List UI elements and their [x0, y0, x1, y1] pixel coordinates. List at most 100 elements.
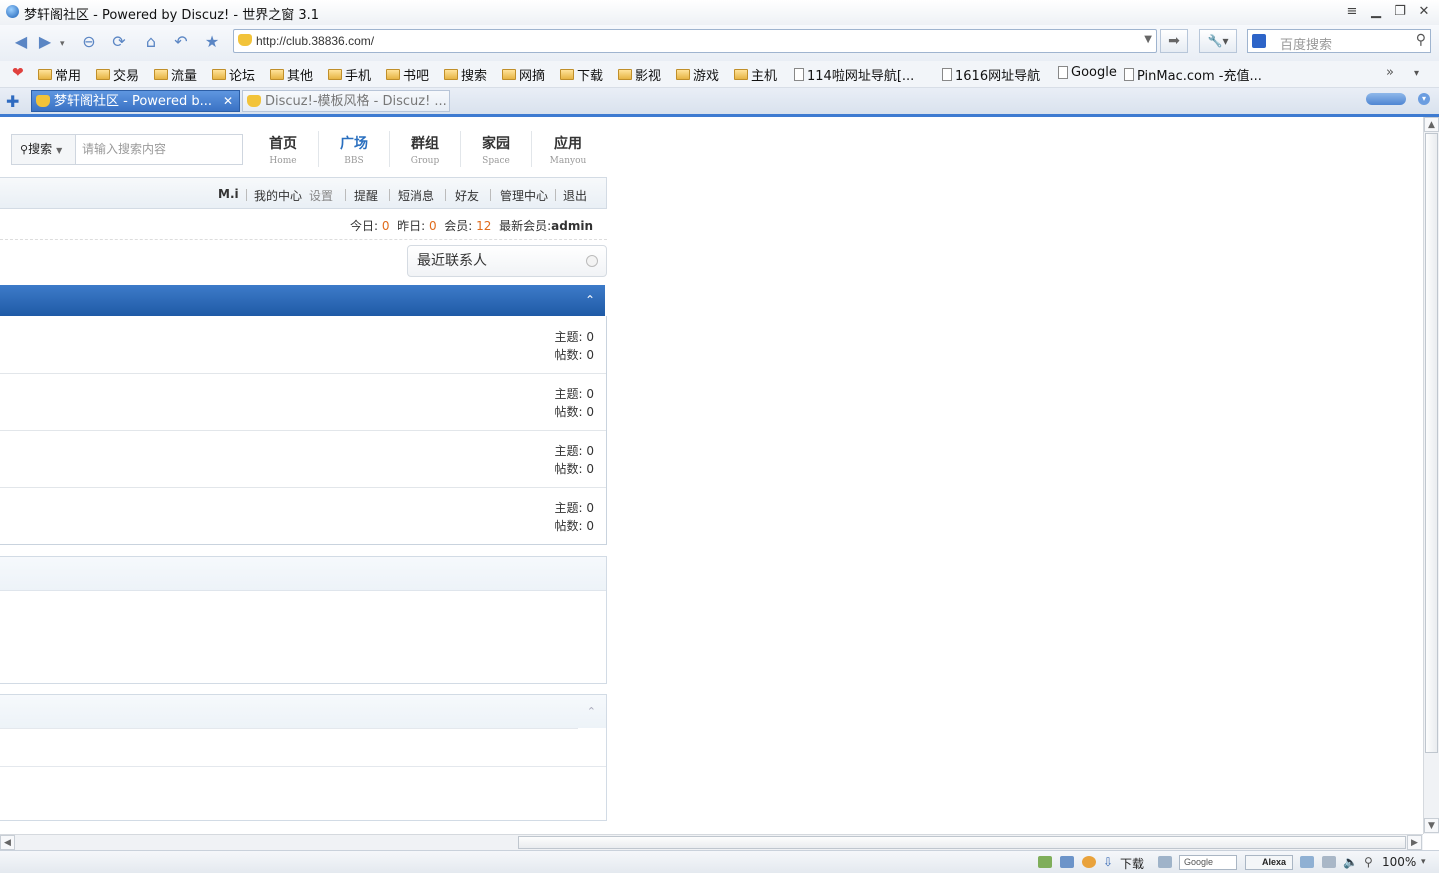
google-pagerank-widget[interactable]: Google [1179, 855, 1237, 870]
refresh-icon[interactable]: ⟳ [106, 29, 132, 55]
window-titlebar: 梦轩阁社区 - Powered by Discuz! - 世界之窗 3.1 ≡ … [0, 0, 1439, 25]
close-tab-icon[interactable]: ✕ [223, 91, 233, 111]
forum-row[interactable]: 主题: 0 帖数: 0 [0, 316, 606, 374]
address-url[interactable]: http://club.38836.com/ [256, 34, 374, 48]
bookmarks-menu-icon[interactable]: ▾ [1414, 68, 1419, 79]
separator [246, 189, 247, 201]
back-icon[interactable]: ◀ [8, 29, 34, 55]
volume-icon[interactable]: 🔈 [1343, 855, 1358, 869]
scroll-down-icon[interactable]: ▼ [1424, 818, 1439, 833]
bookmark-folder[interactable]: 论坛 [212, 65, 255, 84]
tab-list-icon[interactable]: ▾ [1418, 93, 1430, 105]
network-icon[interactable] [1300, 856, 1314, 868]
menu-icon[interactable]: ≡ [1342, 3, 1362, 21]
zoom-dropdown-icon[interactable]: ▾ [1421, 857, 1426, 867]
scroll-thumb[interactable] [518, 836, 1406, 849]
bookmark-folder[interactable]: 流量 [154, 65, 197, 84]
nav-manyou[interactable]: 应用 Manyou [533, 131, 603, 167]
more-bookmarks-icon[interactable]: » [1386, 65, 1394, 80]
username-link[interactable]: M.i [218, 187, 239, 201]
magnifier-icon[interactable] [1060, 856, 1074, 868]
collapse-icon[interactable]: ⌃ [585, 293, 595, 307]
forum-row[interactable]: 主题: 0 帖数: 0 [0, 487, 606, 544]
horizontal-scrollbar[interactable]: ◀ ▶ [0, 834, 1423, 850]
search-placeholder[interactable]: 百度搜索 [1280, 34, 1332, 53]
bookmark-folder[interactable]: 其他 [270, 65, 313, 84]
admin-center-link[interactable]: 管理中心 [500, 187, 548, 204]
forum-row[interactable]: 主题: 0 帖数: 0 [0, 430, 606, 488]
new-tab-icon[interactable]: ✚ [6, 92, 19, 111]
bookmark-folder[interactable]: 主机 [734, 65, 777, 84]
baidu-engine-icon[interactable] [1252, 34, 1266, 48]
restore-button[interactable]: ❐ [1390, 3, 1410, 21]
nav-space[interactable]: 家园 Space [461, 131, 532, 167]
download-label[interactable]: 下载 [1120, 855, 1144, 872]
nav-group[interactable]: 群组 Group [390, 131, 461, 167]
download-arrow-icon[interactable]: ⇩ [1103, 855, 1113, 869]
bookmark-folder[interactable]: 下载 [560, 65, 603, 84]
minimize-button[interactable]: ▁ [1366, 3, 1386, 21]
tab-mengxuange[interactable]: 梦轩阁社区 - Powered b... ✕ [31, 90, 240, 112]
history-dropdown-icon[interactable]: ▾ [60, 39, 65, 49]
site-search-input[interactable]: 请输入搜索内容 [76, 134, 243, 165]
bookmark-folder[interactable]: 常用 [38, 65, 81, 84]
tab-discuz-templates[interactable]: Discuz!-模板风格 - Discuz! ... [242, 90, 450, 112]
bookmark-folder[interactable]: 书吧 [386, 65, 429, 84]
logout-link[interactable]: 退出 [563, 187, 587, 204]
search-icon: ⚲ [20, 143, 29, 156]
forward-icon[interactable]: ▶ [32, 29, 58, 55]
newest-member-link[interactable]: admin [551, 219, 593, 233]
search-box[interactable]: 百度搜索 ⚲ [1247, 29, 1431, 53]
bookmark-folder[interactable]: 手机 [328, 65, 371, 84]
address-bar[interactable]: http://club.38836.com/ ▼ [233, 29, 1157, 53]
undo-close-icon[interactable]: ↶ [168, 29, 194, 55]
clipboard-icon[interactable] [1158, 856, 1172, 868]
bookmark-folder[interactable]: 游戏 [676, 65, 719, 84]
friends-link[interactable]: 好友 [455, 187, 479, 204]
scroll-right-icon[interactable]: ▶ [1407, 835, 1422, 850]
settings-link[interactable]: 设置 [309, 187, 333, 204]
scroll-thumb[interactable] [1425, 133, 1438, 753]
zoom-level[interactable]: 100% [1382, 855, 1416, 869]
recent-contacts-button[interactable]: 最近联系人 [407, 245, 607, 277]
bookmark-link[interactable]: 114啦网址导航[... [794, 65, 914, 84]
stop-icon[interactable]: ⊖ [76, 29, 102, 55]
folder-icon [154, 69, 168, 80]
chevron-down-icon: ▼ [56, 146, 63, 155]
bookmark-folder[interactable]: 网摘 [502, 65, 545, 84]
nav-home[interactable]: 首页 Home [248, 131, 319, 167]
messages-link[interactable]: 短消息 [398, 187, 434, 204]
address-dropdown-icon[interactable]: ▼ [1144, 34, 1152, 45]
bookmark-folder[interactable]: 影视 [618, 65, 661, 84]
search-icon[interactable]: ⚲ [1416, 32, 1426, 48]
block-header [0, 695, 606, 728]
collapse-icon[interactable]: ⌃ [587, 705, 596, 718]
bookmark-link[interactable]: 1616网址导航 [942, 65, 1040, 84]
page-status-icon[interactable] [1038, 856, 1052, 868]
tab-scroll-icon[interactable] [1366, 93, 1406, 105]
print-icon[interactable] [1322, 856, 1336, 868]
favorites-star-icon[interactable]: ★ [199, 29, 225, 55]
folder-icon [676, 69, 690, 80]
folder-icon [212, 69, 226, 80]
my-center-link[interactable]: 我的中心 [254, 187, 302, 204]
close-window-button[interactable]: ✕ [1414, 3, 1434, 21]
forum-row[interactable]: 主题: 0 帖数: 0 [0, 373, 606, 431]
tools-menu-button[interactable]: 🔧▾ [1199, 29, 1237, 53]
vertical-scrollbar[interactable]: ▲ ▼ [1423, 117, 1439, 834]
scroll-up-icon[interactable]: ▲ [1424, 117, 1439, 132]
search-type-select[interactable]: ⚲搜索 ▼ [11, 134, 76, 165]
alexa-widget[interactable]: Alexa [1245, 855, 1293, 870]
notifications-link[interactable]: 提醒 [354, 187, 378, 204]
scroll-left-icon[interactable]: ◀ [0, 835, 15, 850]
nav-bbs[interactable]: 广场 BBS [319, 131, 390, 167]
bookmark-folder[interactable]: 搜索 [444, 65, 487, 84]
bookmark-link[interactable]: PinMac.com -充值... [1124, 65, 1262, 84]
zoom-icon[interactable]: ⚲ [1364, 855, 1373, 869]
rss-icon[interactable] [1082, 856, 1096, 868]
go-button[interactable]: ➡ [1160, 29, 1188, 53]
home-icon[interactable]: ⌂ [138, 29, 164, 55]
bookmark-folder[interactable]: 交易 [96, 65, 139, 84]
favorites-heart-icon[interactable]: ❤ [12, 65, 24, 81]
bookmark-link[interactable]: Google [1058, 65, 1117, 80]
